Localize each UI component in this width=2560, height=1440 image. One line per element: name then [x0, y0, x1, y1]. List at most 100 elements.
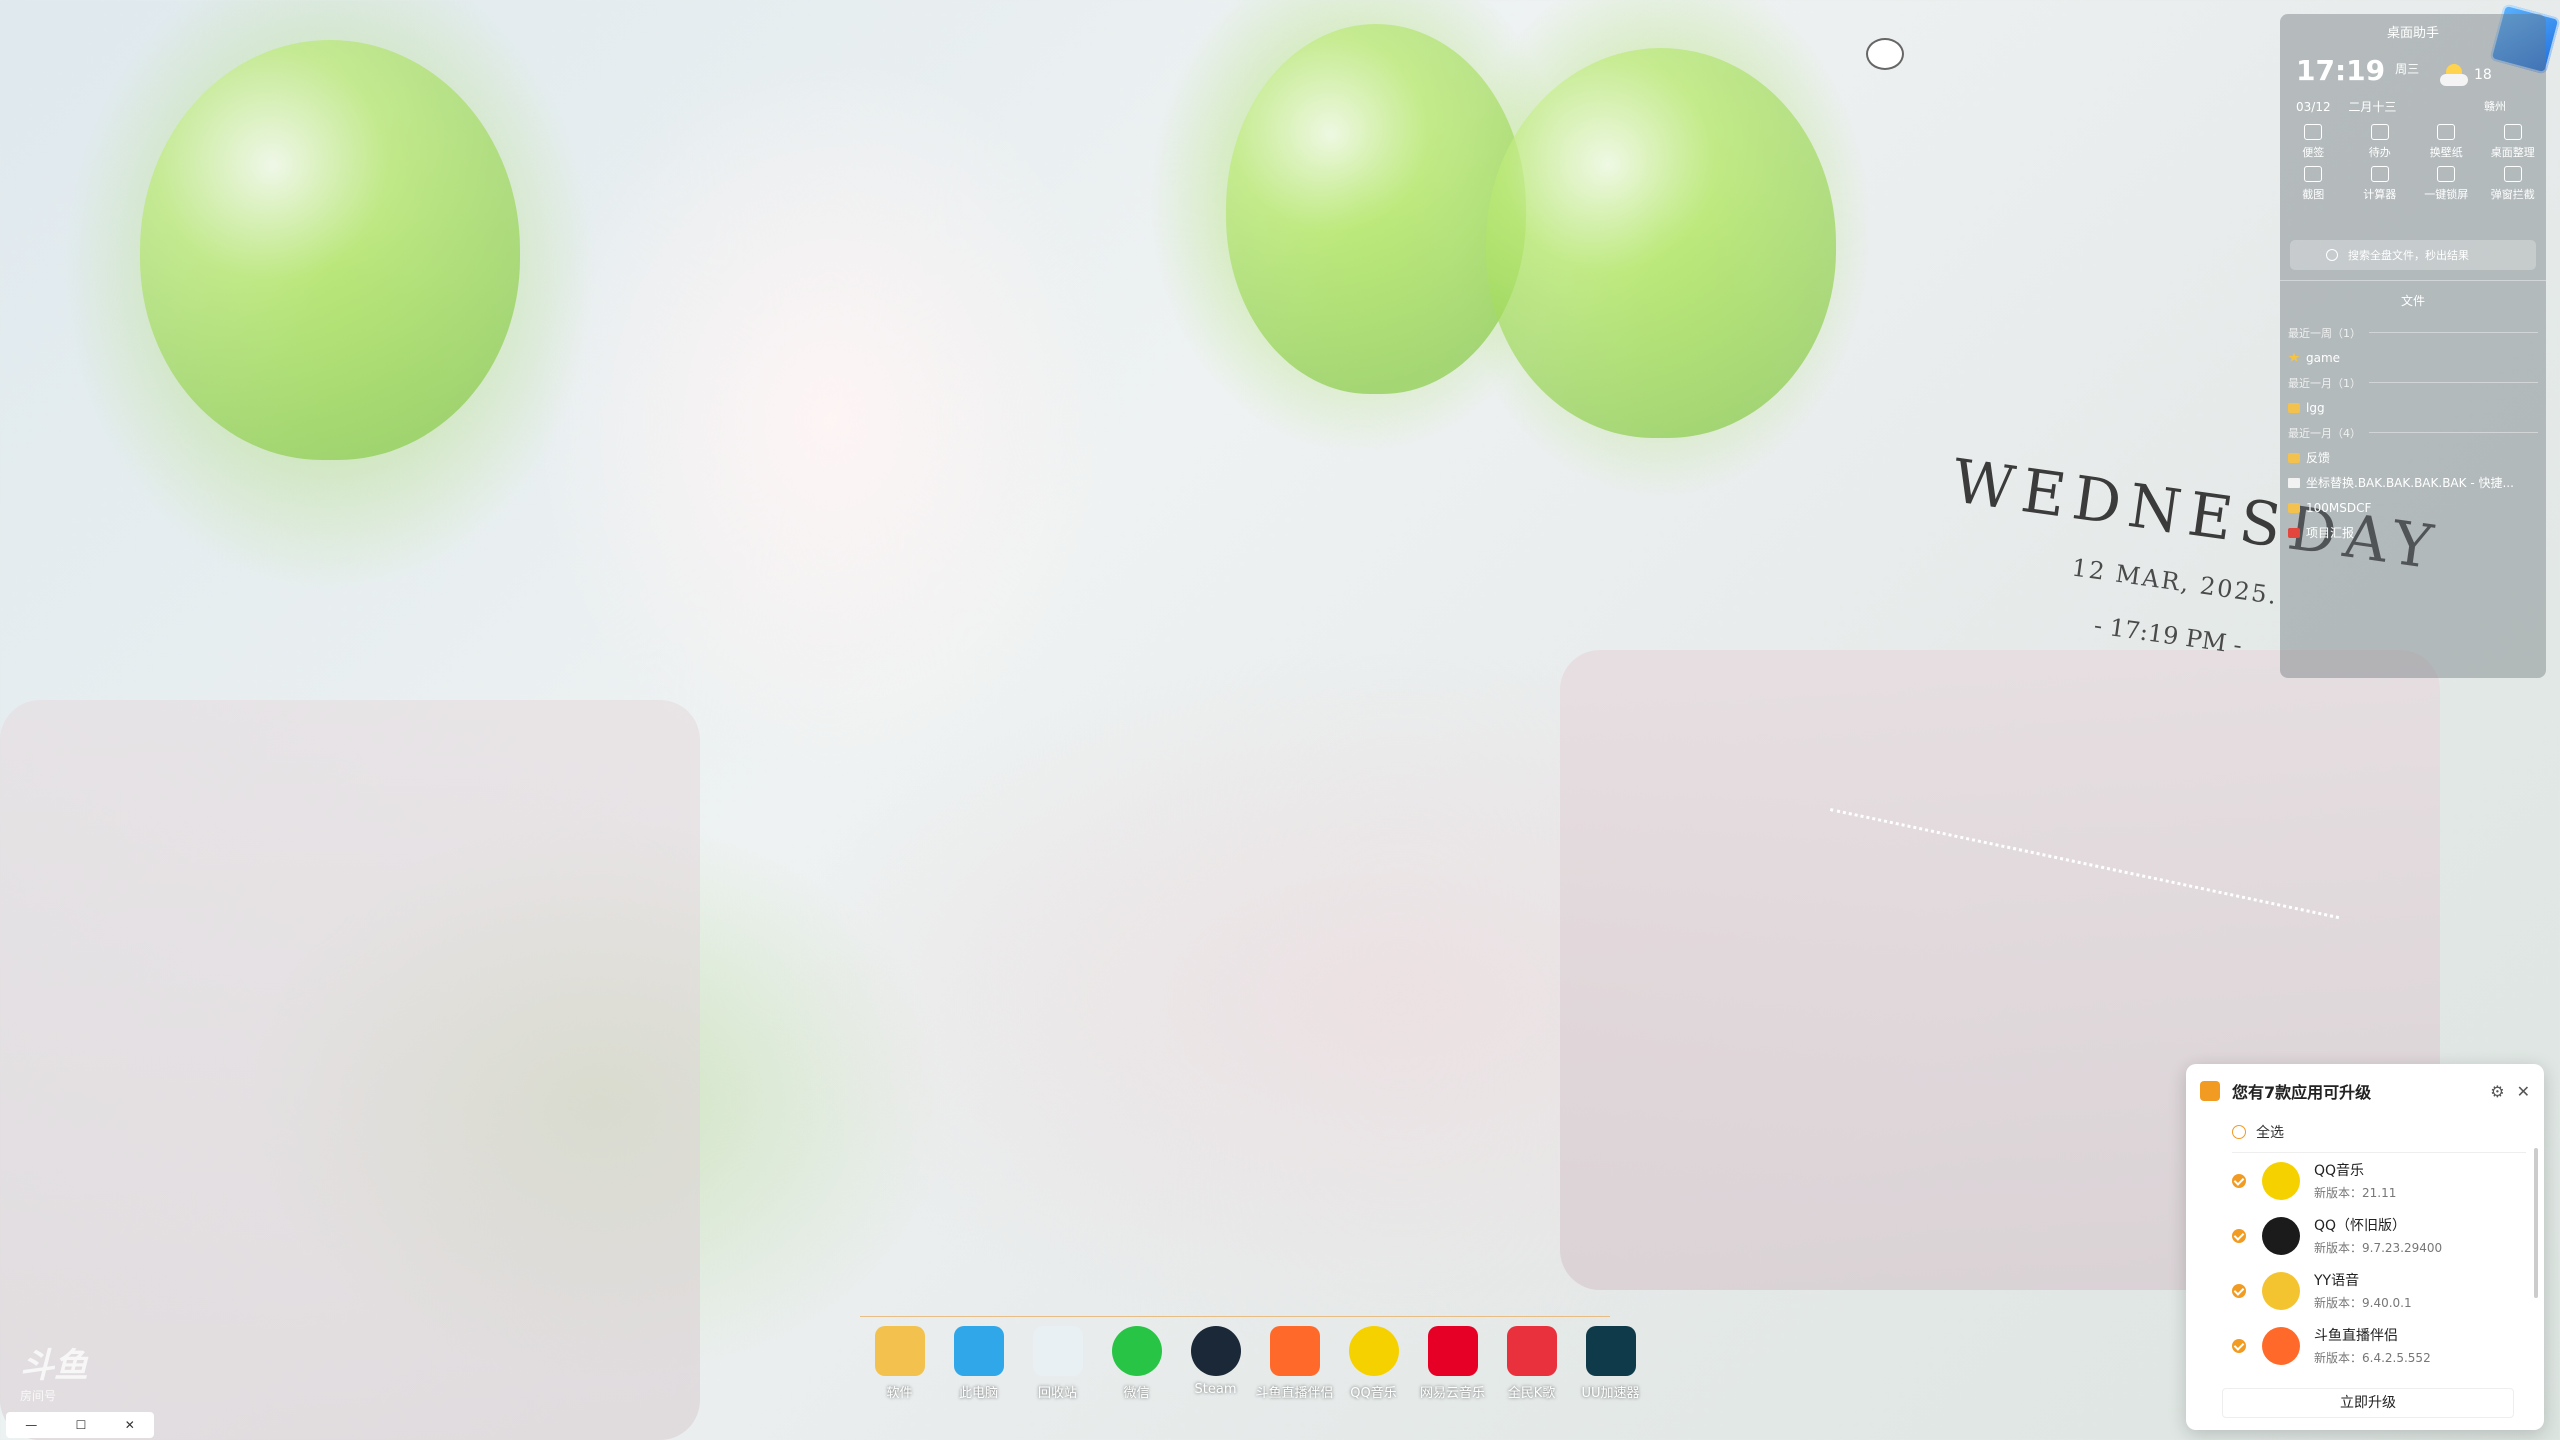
qqmusic-icon: [1348, 1326, 1399, 1376]
folder-icon: [2288, 502, 2300, 513]
assistant-title: 桌面助手: [2386, 26, 2439, 41]
dock-item-douyu[interactable]: 斗鱼直播伴侣: [1255, 1306, 1334, 1406]
pdf-icon: [2288, 527, 2300, 538]
tool-label: 待办: [2368, 146, 2391, 159]
select-all-checkbox[interactable]: [2232, 1125, 2246, 1139]
dock-label: 回收站: [1037, 1386, 1077, 1401]
file-list: 最近一周（1） game 最近一月（1） lgg 最近一月（4） 反馈 坐标替换…: [2288, 320, 2538, 545]
file-group: 最近一周（1）: [2288, 320, 2538, 345]
app-name: QQ音乐: [2314, 1163, 2365, 1179]
upgrade-popup: 您有7款应用可升级 ⚙ ✕ 全选 QQ音乐 新版本：21.11 QQ（怀旧版） 新版…: [2186, 1064, 2544, 1430]
select-all-label: 全选: [2256, 1125, 2284, 1141]
douyu-icon: [1269, 1326, 1320, 1376]
desktop-dock: 软件 此电脑 回收站 微信 Steam 斗鱼直播伴侣 QQ音乐 网易云音乐 全民…: [860, 1306, 1680, 1406]
search-placeholder: 搜索全盘文件，秒出结果: [2348, 249, 2469, 262]
todo-icon: [2370, 124, 2389, 140]
partly-cloudy-icon: [2440, 64, 2468, 86]
tool-popup-block[interactable]: 弹窗拦截: [2480, 166, 2547, 202]
file-name: 100MSDCF: [2306, 500, 2372, 515]
upgrade-item[interactable]: QQ（怀旧版） 新版本：9.7.23.29400: [2186, 1208, 2544, 1263]
folder-icon: [2288, 402, 2300, 413]
dock-item-recycle-bin[interactable]: 回收站: [1018, 1306, 1097, 1406]
dock-label: 此电脑: [958, 1386, 998, 1401]
tool-label: 桌面整理: [2490, 146, 2535, 159]
upgrade-now-button[interactable]: 立即升级: [2222, 1388, 2514, 1418]
dock-item-computer[interactable]: 此电脑: [939, 1306, 1018, 1406]
dock-item-kge[interactable]: 全民K歌: [1492, 1306, 1571, 1406]
wechat-icon: [1111, 1326, 1162, 1376]
assistant-temperature: 18: [2474, 67, 2492, 83]
calculator-icon: [2370, 166, 2389, 182]
cat-face-icon[interactable]: [1866, 38, 1904, 70]
dock-item-software[interactable]: 软件: [860, 1306, 939, 1406]
minimize-icon[interactable]: —: [25, 1418, 37, 1432]
balloon-right: [1486, 48, 1836, 438]
file-group-label: 最近一月（1）: [2288, 376, 2361, 390]
tool-todo[interactable]: 待办: [2347, 124, 2414, 160]
douyu-room: 房间号: [20, 1389, 57, 1403]
douyu-watermark: 斗鱼 房间号: [20, 1338, 106, 1408]
search-icon: [2326, 249, 2338, 261]
file-name: lgg: [2306, 400, 2325, 415]
checkbox-checked[interactable]: [2232, 1228, 2246, 1243]
screenshot-icon: [2304, 166, 2323, 182]
assistant-tools: 便签 待办 换壁纸 桌面整理 截图 计算器 一键锁屏 弹窗拦截: [2280, 124, 2546, 202]
file-name: game: [2306, 350, 2341, 365]
assistant-meta: 周三: [2395, 57, 2419, 77]
file-item[interactable]: 项目汇报: [2288, 520, 2538, 545]
assistant-lunar: 二月十三: [2348, 100, 2397, 114]
tool-organize[interactable]: 桌面整理: [2480, 124, 2547, 160]
star-icon: [2288, 352, 2300, 362]
file-name: 项目汇报: [2306, 526, 2355, 540]
kge-icon: [1506, 1326, 1557, 1376]
folder-icon: [2288, 452, 2300, 463]
note-icon: [2304, 124, 2323, 140]
dock-label: 全民K歌: [1507, 1386, 1556, 1401]
lock-icon: [2437, 166, 2456, 182]
tool-note[interactable]: 便签: [2280, 124, 2347, 160]
close-icon[interactable]: ✕: [2517, 1082, 2530, 1101]
organize-icon: [2503, 124, 2522, 140]
close-icon[interactable]: ✕: [125, 1418, 135, 1432]
dock-item-netease-music[interactable]: 网易云音乐: [1413, 1306, 1492, 1406]
qqmusic-icon: [2262, 1161, 2300, 1200]
qq-icon: [2262, 1216, 2300, 1255]
dock-label: 网易云音乐: [1419, 1386, 1485, 1401]
folder-icon: [874, 1326, 925, 1376]
dock-label: 软件: [886, 1386, 913, 1401]
file-item[interactable]: 100MSDCF: [2288, 495, 2538, 520]
checkbox-checked[interactable]: [2232, 1338, 2246, 1353]
upgrade-item[interactable]: YY语音 新版本：9.40.0.1: [2186, 1263, 2544, 1318]
dock-item-wechat[interactable]: 微信: [1097, 1306, 1176, 1406]
app-name: YY语音: [2314, 1273, 2360, 1289]
app-name: 斗鱼直播伴侣: [2314, 1328, 2398, 1344]
select-all[interactable]: 全选: [2186, 1118, 2544, 1146]
tool-wallpaper[interactable]: 换壁纸: [2413, 124, 2480, 160]
assistant-search[interactable]: 搜索全盘文件，秒出结果: [2290, 240, 2536, 270]
checkbox-checked[interactable]: [2232, 1283, 2246, 1298]
restore-icon[interactable]: ☐: [76, 1418, 87, 1432]
checkbox-checked[interactable]: [2232, 1173, 2246, 1188]
file-item[interactable]: game: [2288, 345, 2538, 370]
assistant-weather[interactable]: 18: [2440, 64, 2492, 86]
dock-item-uu[interactable]: UU加速器: [1571, 1306, 1650, 1406]
dock-item-steam[interactable]: Steam: [1176, 1306, 1255, 1406]
upgrade-title: 您有7款应用可升级: [2232, 1083, 2372, 1102]
balloon-left: [140, 40, 520, 460]
app-version: 新版本：9.7.23.29400: [2314, 1241, 2443, 1255]
upgrade-item[interactable]: QQ音乐 新版本：21.11: [2186, 1153, 2544, 1208]
files-title: 文件: [2400, 294, 2425, 308]
tool-lock[interactable]: 一键锁屏: [2413, 166, 2480, 202]
file-item[interactable]: 反馈: [2288, 445, 2538, 470]
scrollbar[interactable]: [2534, 1148, 2538, 1298]
settings-icon[interactable]: ⚙: [2490, 1082, 2504, 1101]
balloon-center: [1226, 24, 1526, 394]
file-item[interactable]: lgg: [2288, 395, 2538, 420]
tool-screenshot[interactable]: 截图: [2280, 166, 2347, 202]
dock-item-qqmusic[interactable]: QQ音乐: [1334, 1306, 1413, 1406]
app-store-icon: [2200, 1081, 2220, 1101]
dock-label: UU加速器: [1581, 1386, 1640, 1401]
file-item[interactable]: 坐标替换.BAK.BAK.BAK.BAK - 快捷...: [2288, 470, 2538, 495]
upgrade-item[interactable]: 斗鱼直播伴侣 新版本：6.4.2.5.552: [2186, 1318, 2544, 1373]
tool-calculator[interactable]: 计算器: [2347, 166, 2414, 202]
